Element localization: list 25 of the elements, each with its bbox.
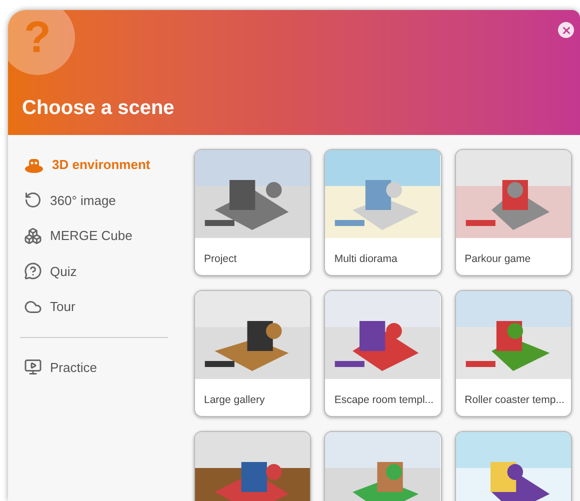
scene-card[interactable]: Escape room templ... bbox=[324, 290, 442, 417]
sidebar-item[interactable]: Practice bbox=[8, 350, 180, 385]
scene-card[interactable]: Roller coaster temp... bbox=[454, 290, 572, 417]
scene-title: Project bbox=[203, 252, 238, 267]
scene-title: Escape room templ... bbox=[333, 393, 435, 408]
sidebar-item[interactable]: MERGE Cube bbox=[8, 218, 180, 254]
scene-title: Roller coaster temp... bbox=[464, 393, 566, 408]
dialog-title: Choose a scene bbox=[22, 96, 174, 121]
sidebar-item[interactable]: Tour bbox=[8, 289, 180, 324]
speech-bubble-icon bbox=[24, 262, 42, 280]
scene-card[interactable]: Multi diorama bbox=[324, 149, 442, 276]
scene-card[interactable]: Large gallery bbox=[194, 290, 312, 417]
play-screen-icon bbox=[24, 358, 42, 376]
sidebar-item[interactable]: Quiz bbox=[8, 254, 180, 289]
help-mark: ? bbox=[8, 10, 75, 75]
sidebar-item[interactable]: 360° image bbox=[8, 182, 180, 218]
scene-title: Parkour game bbox=[464, 252, 532, 267]
scene-title: Large gallery bbox=[203, 393, 266, 408]
cube-icon bbox=[24, 226, 42, 245]
scene-card[interactable]: Project bbox=[194, 149, 312, 276]
scene-title: Multi diorama bbox=[333, 252, 398, 267]
rotate-icon bbox=[24, 191, 42, 210]
close-icon bbox=[560, 24, 572, 36]
scene-card[interactable]: Parkour game bbox=[454, 149, 572, 276]
close-button[interactable] bbox=[558, 22, 574, 38]
